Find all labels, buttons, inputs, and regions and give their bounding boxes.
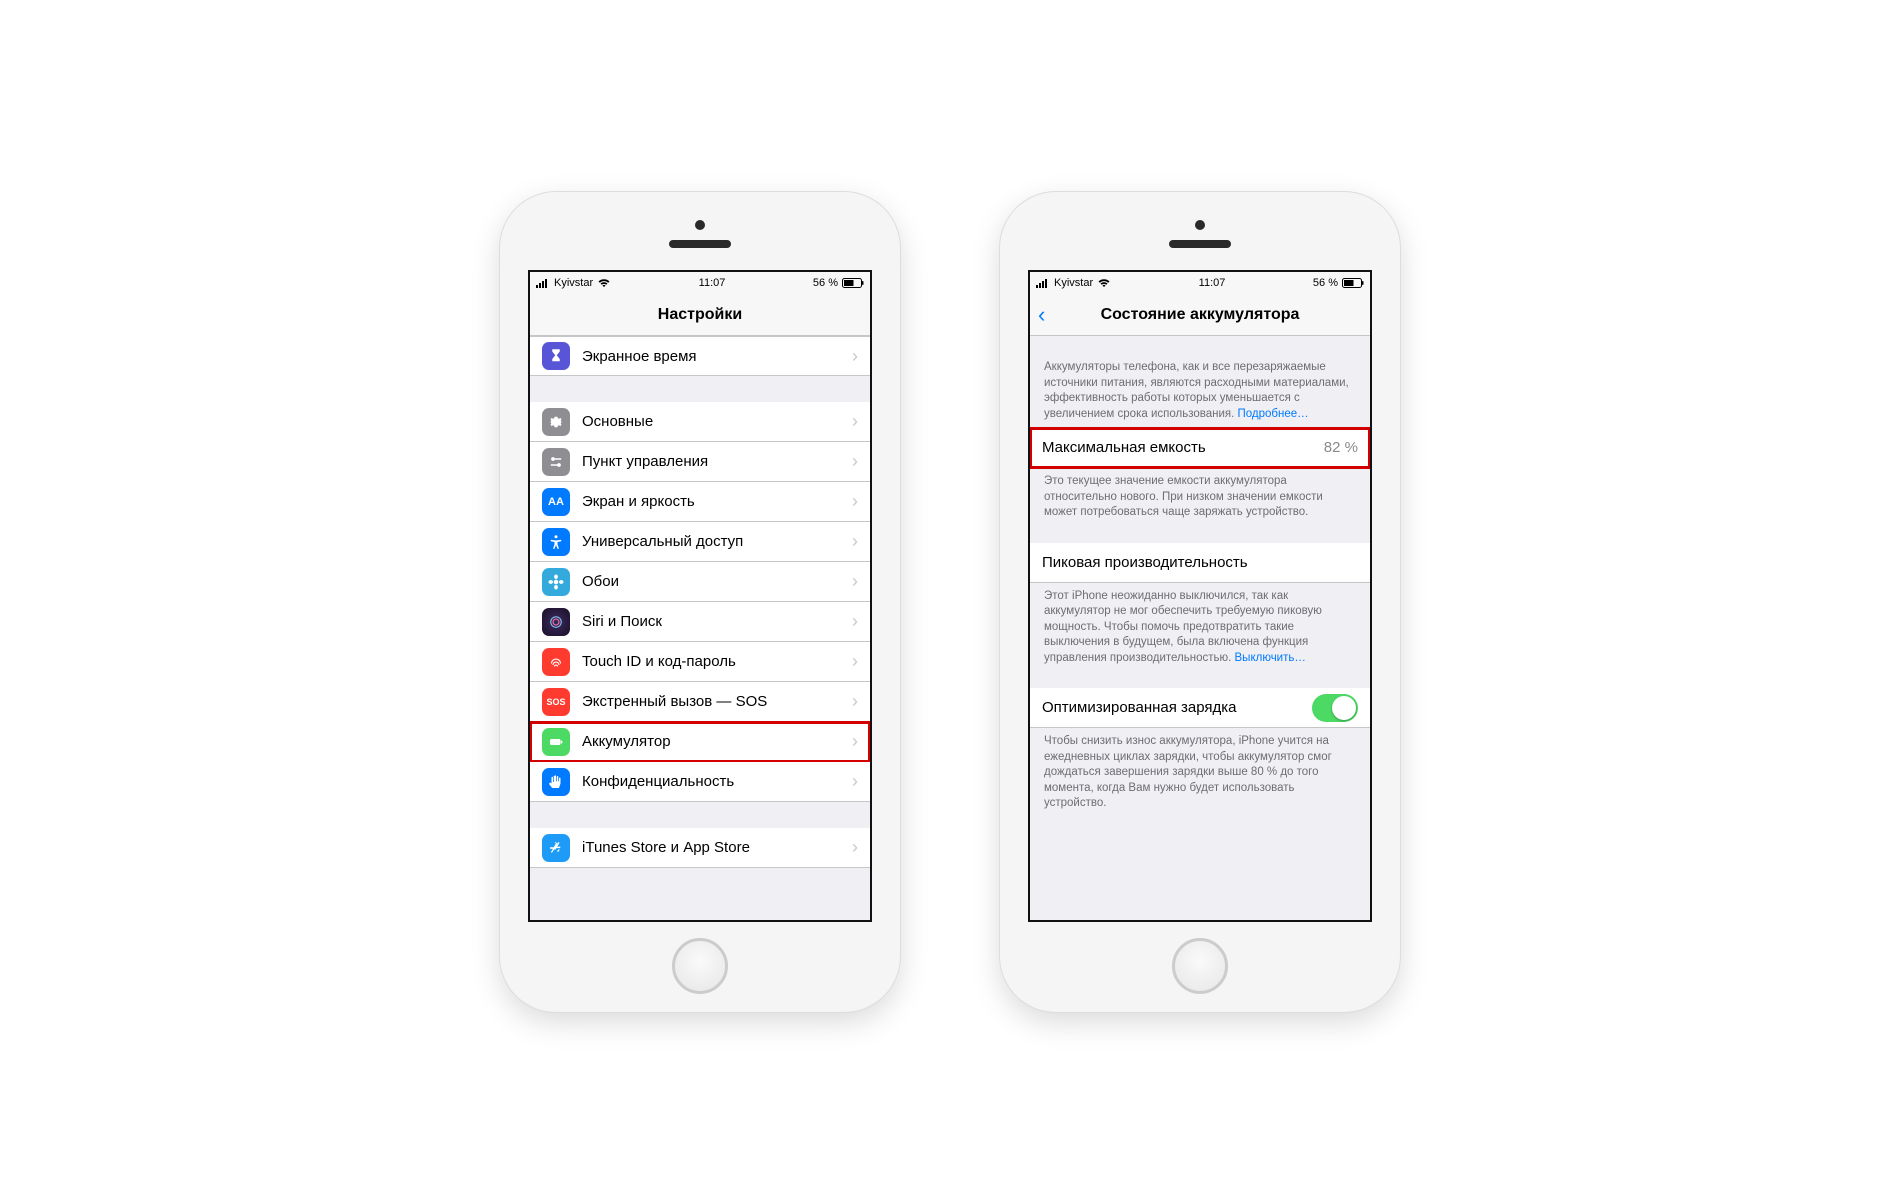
row-touch-id[interactable]: Touch ID и код-пароль ›	[530, 642, 870, 682]
row-label: Siri и Поиск	[582, 613, 852, 630]
chevron-right-icon: ›	[852, 571, 858, 592]
row-accessibility[interactable]: Универсальный доступ ›	[530, 522, 870, 562]
row-label: Конфиденциальность	[582, 773, 852, 790]
chevron-right-icon: ›	[852, 771, 858, 792]
screen-settings: Kyivstar 11:07 56 % Настройки Экранно	[528, 270, 872, 922]
accessibility-icon	[542, 528, 570, 556]
fingerprint-icon	[542, 648, 570, 676]
row-label: Экранное время	[582, 348, 852, 365]
wifi-icon	[1097, 278, 1111, 288]
back-button[interactable]: ‹	[1038, 302, 1045, 328]
settings-list[interactable]: Экранное время › Основные › Пункт управл…	[530, 336, 870, 920]
row-control-center[interactable]: Пункт управления ›	[530, 442, 870, 482]
text-size-icon: AA	[542, 488, 570, 516]
signal-icon	[536, 278, 550, 288]
chevron-right-icon: ›	[852, 411, 858, 432]
page-title: Настройки	[658, 306, 742, 324]
row-label: Touch ID и код-пароль	[582, 653, 852, 670]
disable-link[interactable]: Выключить…	[1235, 652, 1306, 664]
app-store-icon	[542, 834, 570, 862]
row-max-capacity[interactable]: Максимальная емкость 82 %	[1030, 428, 1370, 468]
capacity-value: 82 %	[1324, 439, 1358, 456]
status-bar: Kyivstar 11:07 56 %	[530, 272, 870, 294]
home-button[interactable]	[1172, 938, 1228, 994]
row-label: Пункт управления	[582, 453, 852, 470]
page-title: Состояние аккумулятора	[1101, 306, 1300, 324]
row-siri[interactable]: Siri и Поиск ›	[530, 602, 870, 642]
row-optimized-charging[interactable]: Оптимизированная зарядка	[1030, 688, 1370, 728]
signal-icon	[1036, 278, 1050, 288]
chevron-right-icon: ›	[852, 837, 858, 858]
chevron-right-icon: ›	[852, 346, 858, 367]
row-screen-time[interactable]: Экранное время ›	[530, 336, 870, 376]
battery-pct: 56 %	[813, 277, 838, 289]
carrier-label: Kyivstar	[554, 277, 593, 289]
row-label: iTunes Store и App Store	[582, 839, 852, 856]
optimized-label: Оптимизированная зарядка	[1042, 699, 1312, 716]
phone-speaker	[669, 240, 731, 248]
row-sos[interactable]: SOS Экстренный вызов — SOS ›	[530, 682, 870, 722]
status-time: 11:07	[1199, 277, 1226, 289]
row-wallpaper[interactable]: Обои ›	[530, 562, 870, 602]
carrier-label: Kyivstar	[1054, 277, 1093, 289]
screen-battery-health: Kyivstar 11:07 56 % ‹ Состояние аккумуля…	[1028, 270, 1372, 922]
optimized-footer: Чтобы снизить износ аккумулятора, iPhone…	[1030, 728, 1370, 822]
battery-icon	[1342, 278, 1364, 288]
sliders-icon	[542, 448, 570, 476]
row-app-store[interactable]: iTunes Store и App Store ›	[530, 828, 870, 868]
chevron-right-icon: ›	[852, 451, 858, 472]
status-bar: Kyivstar 11:07 56 %	[1030, 272, 1370, 294]
nav-bar: ‹ Состояние аккумулятора	[1030, 294, 1370, 336]
row-label: Основные	[582, 413, 852, 430]
iphone-mockup-right: Kyivstar 11:07 56 % ‹ Состояние аккумуля…	[1000, 192, 1400, 1012]
iphone-mockup-left: Kyivstar 11:07 56 % Настройки Экранно	[500, 192, 900, 1012]
nav-bar: Настройки	[530, 294, 870, 336]
phone-camera	[695, 220, 705, 230]
row-general[interactable]: Основные ›	[530, 402, 870, 442]
chevron-right-icon: ›	[852, 611, 858, 632]
battery-health-content[interactable]: Аккумуляторы телефона, как и все перезар…	[1030, 336, 1370, 920]
phone-speaker	[1169, 240, 1231, 248]
flower-icon	[542, 568, 570, 596]
chevron-right-icon: ›	[852, 531, 858, 552]
hand-icon	[542, 768, 570, 796]
row-display[interactable]: AA Экран и яркость ›	[530, 482, 870, 522]
chevron-right-icon: ›	[852, 691, 858, 712]
row-label: Экстренный вызов — SOS	[582, 693, 852, 710]
chevron-right-icon: ›	[852, 651, 858, 672]
learn-more-link[interactable]: Подробнее…	[1238, 408, 1309, 420]
hourglass-icon	[542, 342, 570, 370]
optimized-toggle[interactable]	[1312, 694, 1358, 722]
phone-camera	[1195, 220, 1205, 230]
peak-footer: Этот iPhone неожиданно выключился, так к…	[1030, 583, 1370, 677]
chevron-right-icon: ›	[852, 731, 858, 752]
battery-pct: 56 %	[1313, 277, 1338, 289]
row-battery[interactable]: Аккумулятор ›	[530, 722, 870, 762]
row-label: Аккумулятор	[582, 733, 852, 750]
gear-icon	[542, 408, 570, 436]
capacity-label: Максимальная емкость	[1042, 439, 1324, 456]
capacity-footer: Это текущее значение емкости аккумулятор…	[1030, 468, 1370, 531]
battery-row-icon	[542, 728, 570, 756]
row-label: Экран и яркость	[582, 493, 852, 510]
chevron-right-icon: ›	[852, 491, 858, 512]
siri-icon	[542, 608, 570, 636]
intro-text: Аккумуляторы телефона, как и все перезар…	[1030, 336, 1370, 428]
battery-icon	[842, 278, 864, 288]
home-button[interactable]	[672, 938, 728, 994]
row-peak-performance[interactable]: Пиковая производительность	[1030, 543, 1370, 583]
peak-label: Пиковая производительность	[1042, 554, 1358, 571]
wifi-icon	[597, 278, 611, 288]
row-privacy[interactable]: Конфиденциальность ›	[530, 762, 870, 802]
status-time: 11:07	[699, 277, 726, 289]
row-label: Обои	[582, 573, 852, 590]
sos-icon: SOS	[542, 688, 570, 716]
row-label: Универсальный доступ	[582, 533, 852, 550]
